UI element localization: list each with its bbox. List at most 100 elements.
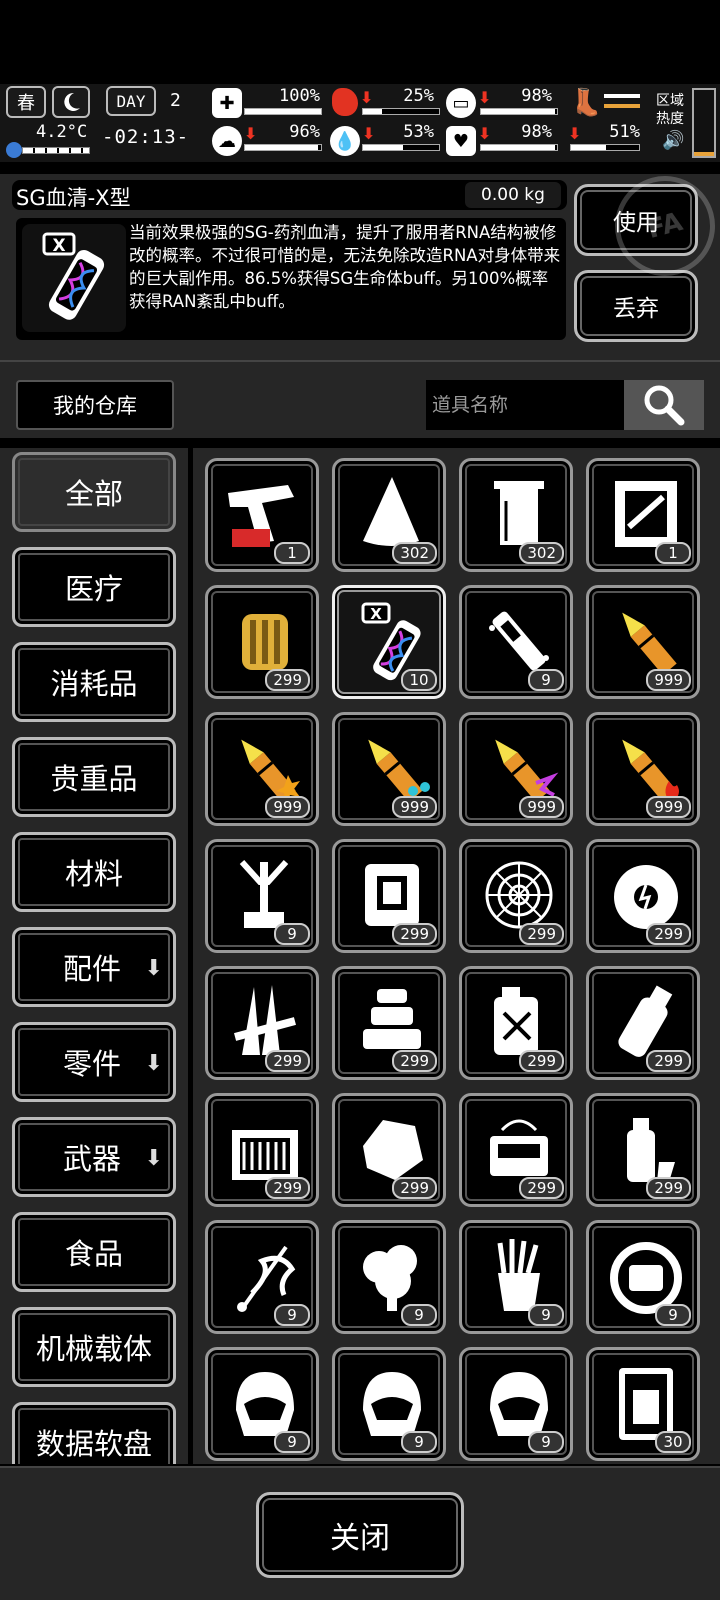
day-label: DAY xyxy=(106,86,156,116)
item-slot[interactable]: 299 xyxy=(332,1093,446,1207)
game-clock: -02:13- xyxy=(102,126,190,148)
sanity-bar xyxy=(570,144,640,151)
hunger-value: 25% xyxy=(403,86,434,106)
heart-value: 98% xyxy=(521,122,552,142)
item-info-panel: SG血清-X型 0.00 kg X 当前效果极强的SG-药剂血清，提升了服用者R… xyxy=(0,164,720,362)
category-tab-3[interactable]: 贵重品 xyxy=(12,737,176,817)
heart-icon: ♥ xyxy=(446,126,476,156)
item-slot[interactable]: 299 xyxy=(332,966,446,1080)
search-input[interactable] xyxy=(426,380,624,430)
item-count-badge: 299 xyxy=(265,669,310,691)
category-tab-2[interactable]: 消耗品 xyxy=(12,642,176,722)
boot-icon: 👢 xyxy=(570,88,603,118)
season-label: 春 xyxy=(17,93,35,114)
item-slot[interactable]: 302 xyxy=(459,458,573,572)
zone-heat-label: 区域 热度 xyxy=(656,93,684,127)
item-slot[interactable]: 9 xyxy=(586,1220,700,1334)
item-count-badge: 299 xyxy=(519,923,564,945)
item-slot[interactable]: 299 xyxy=(586,1093,700,1207)
serum-x-icon: X xyxy=(22,224,126,332)
item-slot[interactable]: 9 xyxy=(459,1347,573,1461)
item-slot[interactable]: 9 xyxy=(205,839,319,953)
item-slot[interactable]: 299 xyxy=(459,1093,573,1207)
thirst-bar xyxy=(362,144,440,151)
item-slot[interactable]: 999 xyxy=(205,712,319,826)
item-count-badge: 30 xyxy=(655,1431,691,1453)
item-slot[interactable]: 299 xyxy=(205,966,319,1080)
stomach-icon xyxy=(332,88,358,116)
category-tab-8[interactable]: 食品 xyxy=(12,1212,176,1292)
item-count-badge: 9 xyxy=(274,923,310,945)
category-tab-0[interactable]: 全部 xyxy=(12,452,176,532)
category-tab-1[interactable]: 医疗 xyxy=(12,547,176,627)
speaker-icon[interactable]: 🔊 xyxy=(662,130,684,151)
expand-arrow-icon: ⬇ xyxy=(144,1051,163,1076)
item-slot[interactable]: X 10 xyxy=(332,585,446,699)
stamina-bar xyxy=(480,108,558,115)
item-count-badge: 10 xyxy=(401,669,437,691)
category-tab-5[interactable]: 配件 ⬇ xyxy=(12,927,176,1007)
boot-bar-2 xyxy=(604,104,640,108)
status-bar: 春 4.2°C DAY 2 -02:13- ✚ 100% ⬇ 25% ▭ ⬇ 9… xyxy=(0,84,720,162)
item-count-badge: 999 xyxy=(646,796,691,818)
item-count-badge: 299 xyxy=(646,1177,691,1199)
health-value: 100% xyxy=(279,86,320,106)
boot-bar-1 xyxy=(604,94,640,98)
moon-icon xyxy=(52,86,90,118)
discard-button[interactable]: 丢弃 xyxy=(574,270,698,342)
item-slot[interactable]: 302 xyxy=(332,458,446,572)
category-tab-6[interactable]: 零件 ⬇ xyxy=(12,1022,176,1102)
item-slot[interactable]: 9 xyxy=(459,585,573,699)
item-slot[interactable]: 9 xyxy=(459,1220,573,1334)
hunger-bar xyxy=(362,108,440,115)
item-slot[interactable]: 299 xyxy=(586,839,700,953)
item-slot[interactable]: 299 xyxy=(205,585,319,699)
item-slot[interactable]: 9 xyxy=(332,1347,446,1461)
use-button[interactable]: 使用 xyxy=(574,184,698,256)
category-label: 贵重品 xyxy=(50,762,138,796)
item-count-badge: 299 xyxy=(646,923,691,945)
expand-arrow-icon: ⬇ xyxy=(144,956,163,981)
item-slot[interactable]: 9 xyxy=(332,1220,446,1334)
category-label: 材料 xyxy=(64,857,123,891)
mind-bar xyxy=(244,144,322,151)
search-icon xyxy=(644,385,685,426)
close-button[interactable]: 关闭 xyxy=(256,1492,464,1578)
sanity-value: 51% xyxy=(609,122,640,142)
item-slot[interactable]: 30 xyxy=(586,1347,700,1461)
item-count-badge: 1 xyxy=(655,542,691,564)
item-slot[interactable]: 299 xyxy=(205,1093,319,1207)
item-slot[interactable]: 299 xyxy=(332,839,446,953)
item-title-bar: SG血清-X型 0.00 kg xyxy=(12,180,567,210)
item-slot[interactable]: 1 xyxy=(586,458,700,572)
category-label: 武器 xyxy=(62,1142,121,1176)
item-count-badge: 299 xyxy=(392,923,437,945)
item-count-badge: 999 xyxy=(265,796,310,818)
category-tab-4[interactable]: 材料 xyxy=(12,832,176,912)
item-slot[interactable]: 299 xyxy=(586,966,700,1080)
svg-text:X: X xyxy=(370,605,382,623)
item-slot[interactable]: 299 xyxy=(459,839,573,953)
search-button[interactable] xyxy=(624,380,704,430)
item-count-badge: 299 xyxy=(392,1177,437,1199)
stamina-value: 98% xyxy=(521,86,552,106)
item-slot[interactable]: 999 xyxy=(586,585,700,699)
item-count-badge: 302 xyxy=(519,542,564,564)
category-tab-7[interactable]: 武器 ⬇ xyxy=(12,1117,176,1197)
item-count-badge: 9 xyxy=(528,1304,564,1326)
category-tab-10[interactable]: 数据软盘 xyxy=(12,1402,176,1464)
item-slot[interactable]: 999 xyxy=(586,712,700,826)
temperature-bar xyxy=(22,147,90,154)
item-count-badge: 299 xyxy=(646,1050,691,1072)
item-slot[interactable]: 999 xyxy=(459,712,573,826)
thermometer-icon xyxy=(6,142,22,158)
item-slot[interactable]: 9 xyxy=(205,1347,319,1461)
item-count-badge: 999 xyxy=(646,669,691,691)
category-label: 食品 xyxy=(64,1237,123,1271)
item-slot[interactable]: 299 xyxy=(459,966,573,1080)
item-slot[interactable]: 9 xyxy=(205,1220,319,1334)
item-slot[interactable]: 999 xyxy=(332,712,446,826)
category-tab-9[interactable]: 机械载体 xyxy=(12,1307,176,1387)
item-name: SG血清-X型 xyxy=(16,186,131,210)
item-slot[interactable]: 1 xyxy=(205,458,319,572)
